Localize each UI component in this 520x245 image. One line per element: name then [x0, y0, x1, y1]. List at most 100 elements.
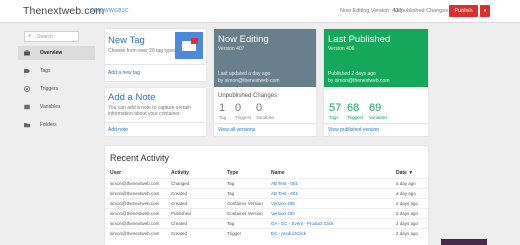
column-header-user: User	[110, 170, 122, 176]
sidebar: ⌕ Search Overview Tags Triggers Variable…	[0, 24, 95, 245]
add-new-tag-link[interactable]: Add a new tag	[108, 70, 140, 76]
stat-variables-label: Variables	[256, 115, 275, 120]
divider	[324, 123, 428, 124]
view-published-version-link[interactable]: View published version	[328, 127, 379, 133]
row-user: simon@thenextweb.com	[110, 201, 160, 206]
floating-tooltip	[441, 239, 487, 245]
sidebar-item-triggers[interactable]: Triggers	[18, 82, 95, 96]
row-type: Trigger	[227, 231, 242, 236]
last-updated-text: Last updated a day ago	[218, 71, 271, 77]
row-date: 2 days ago	[396, 201, 419, 206]
row-type: Container Version	[227, 211, 263, 216]
published-stats-card: 57 Tags 68 Triggers 69 Variables View pu…	[324, 87, 428, 136]
row-activity: Published	[171, 211, 191, 216]
published-ago-text: Published 2 days ago	[328, 71, 376, 77]
row-date: a day ago	[396, 191, 416, 196]
row-activity: Created	[171, 191, 188, 196]
published-tags-count: 57	[329, 102, 342, 114]
published-triggers-label: Triggers	[347, 115, 364, 120]
publish-dropdown-button[interactable]: ▾	[480, 5, 490, 17]
stat-variables-count: 0	[256, 102, 263, 114]
view-all-versions-link[interactable]: View all versions	[218, 127, 255, 133]
table-row: simon@thenextweb.com Published Container…	[105, 208, 428, 217]
row-date: 2 days ago	[396, 211, 419, 216]
add-note-link[interactable]: Add note	[108, 127, 128, 133]
sidebar-item-variables[interactable]: Variables	[18, 100, 95, 114]
now-editing-version: Now Editing Version: 407	[340, 8, 402, 14]
tag-illustration-label	[191, 38, 198, 44]
row-name-link[interactable]: AB Test - 001	[271, 191, 298, 196]
divider	[214, 123, 316, 124]
row-activity: Created	[171, 201, 188, 206]
sidebar-item-label: Folders	[40, 122, 57, 128]
row-user: simon@thenextweb.com	[110, 191, 160, 196]
add-note-description-2: information about your container.	[108, 111, 181, 117]
sidebar-item-label: Variables	[40, 104, 61, 110]
briefcase-icon	[24, 50, 30, 56]
sidebar-item-overview[interactable]: Overview	[18, 46, 95, 60]
variable-icon	[24, 104, 30, 110]
search-placeholder: Search	[37, 34, 53, 40]
row-name-link[interactable]: Version 406	[271, 201, 295, 206]
row-name-link[interactable]: Version 406	[271, 211, 295, 216]
table-row: simon@thenextweb.com Created Container V…	[105, 198, 428, 207]
row-user: simon@thenextweb.com	[110, 211, 160, 216]
new-tag-card[interactable]: New Tag Choose from over 20 tag types Ad…	[105, 29, 206, 81]
row-name-link[interactable]: AB Test - 001	[271, 181, 298, 186]
now-editing-version-label: Version 407	[218, 46, 245, 52]
search-icon: ⌕	[28, 33, 32, 39]
sidebar-item-folders[interactable]: Folders	[18, 118, 95, 132]
published-variables-count: 69	[369, 102, 382, 114]
column-header-name: Name	[271, 170, 285, 176]
stat-triggers-label: Triggers	[235, 115, 252, 120]
unpublished-changes-title: Unpublished Changes	[218, 93, 278, 99]
stat-tags-label: Tag	[219, 115, 227, 120]
row-date: a day ago	[396, 181, 416, 186]
row-activity: Created	[171, 231, 188, 236]
row-type: Tag	[227, 221, 235, 226]
published-variables-label: Variables	[369, 115, 388, 120]
tag-icon	[24, 69, 30, 73]
tag-illustration-icon	[175, 32, 203, 59]
column-header-type: Type	[227, 170, 239, 176]
row-date: 2 days ago	[396, 221, 419, 226]
row-user: simon@thenextweb.com	[110, 221, 160, 226]
row-activity: Created	[171, 221, 188, 226]
row-date: 2 days ago	[396, 231, 419, 236]
row-type: Container Version	[227, 201, 263, 206]
table-row: simon@thenextweb.com Created Tag GA - EC…	[105, 218, 428, 227]
unpublished-changes-count: Unpublished Changes: 1	[394, 8, 455, 14]
published-tags-label: Tags	[329, 115, 339, 120]
row-name-link[interactable]: GA - EC - Event - Product Click	[271, 221, 334, 226]
published-triggers-count: 68	[347, 102, 360, 114]
row-type: Tag	[227, 191, 235, 196]
last-published-tile: Last Published Version 406 Published 2 d…	[324, 29, 428, 87]
sidebar-item-label: Overview	[40, 50, 63, 56]
add-note-card: Add a Note You can add a note to capture…	[105, 88, 206, 136]
search-input[interactable]: ⌕ Search	[24, 31, 79, 42]
sidebar-item-label: Tags	[40, 68, 51, 74]
recent-activity-title: Recent Activity	[110, 153, 170, 163]
trigger-icon	[24, 86, 30, 92]
column-header-date[interactable]: Date ▼	[396, 170, 413, 176]
row-name-link[interactable]: EC - productClick	[271, 231, 306, 236]
folder-icon	[24, 123, 30, 128]
divider	[105, 122, 206, 123]
unpublished-changes-card: Unpublished Changes 1 Tag 0 Triggers 0 V…	[214, 87, 316, 136]
now-editing-title: Now Editing	[218, 34, 269, 45]
published-by-text: by simon@thenextweb.com	[328, 78, 390, 84]
new-tag-description: Choose from over 20 tag types	[108, 48, 177, 54]
row-type: Tag	[227, 181, 235, 186]
table-row: simon@thenextweb.com Changed Tag AB Test…	[105, 178, 428, 187]
publish-button[interactable]: Publish	[449, 5, 478, 17]
last-updated-by: by simon@thenextweb.com	[218, 78, 280, 84]
now-editing-tile: Now Editing Version 407 Last updated a d…	[214, 29, 316, 87]
divider	[105, 64, 206, 65]
container-id: GTM-WWGB3C	[90, 8, 129, 14]
table-row: simon@thenextweb.com Created Trigger EC …	[105, 228, 428, 237]
stat-tags-count: 1	[219, 102, 226, 114]
column-header-activity: Activity	[171, 170, 190, 176]
row-user: simon@thenextweb.com	[110, 231, 160, 236]
top-bar: Thenextweb.com GTM-WWGB3C Now Editing Ve…	[0, 0, 520, 23]
sidebar-item-tags[interactable]: Tags	[18, 64, 95, 78]
